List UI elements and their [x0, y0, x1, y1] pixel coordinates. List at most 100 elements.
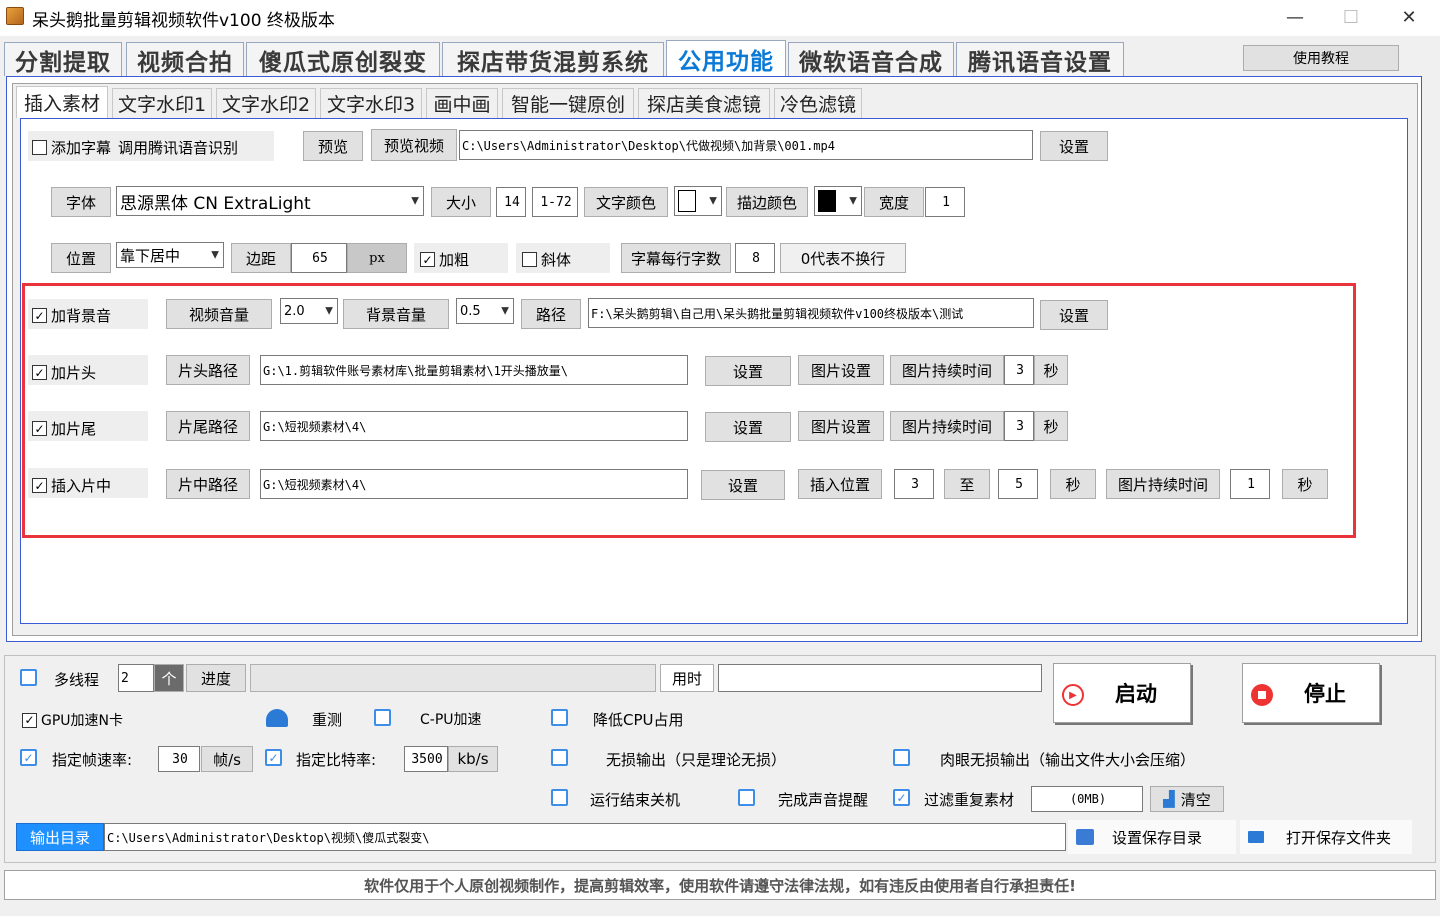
tail-settings-button[interactable]: 设置: [705, 412, 791, 442]
tab-video-duet[interactable]: 视频合拍: [126, 42, 244, 76]
tab-split-extract[interactable]: 分割提取: [4, 42, 122, 76]
subtab-pip[interactable]: 画中画: [426, 88, 498, 118]
thread-count-input[interactable]: 2: [118, 664, 154, 692]
video-volume-select[interactable]: 2.0 ▼: [280, 298, 338, 324]
insert-path-input[interactable]: G:\短视频素材\4\: [260, 469, 688, 499]
bgm-path-button[interactable]: 路径: [521, 299, 581, 329]
head-image-settings-button[interactable]: 图片设置: [798, 355, 884, 385]
clear-button[interactable]: ▟ 清空: [1150, 786, 1224, 812]
bitrate-input[interactable]: 3500: [404, 746, 448, 772]
insert-checkbox[interactable]: ✓ 插入片中: [32, 475, 111, 496]
subtab-food-filter[interactable]: 探店美食滤镜: [638, 88, 770, 118]
tail-image-duration-button[interactable]: 图片持续时间: [890, 411, 1004, 441]
preview-button[interactable]: 预览: [303, 131, 363, 161]
tail-path-button[interactable]: 片尾路径: [166, 411, 250, 441]
insert-settings-button[interactable]: 设置: [701, 470, 785, 500]
output-dir-button[interactable]: 输出目录: [16, 823, 104, 851]
position-button[interactable]: 位置: [51, 243, 111, 273]
font-select[interactable]: 思源黑体 CN ExtraLight ▼: [116, 186, 424, 216]
preview-video-button[interactable]: 预览视频: [371, 129, 457, 161]
head-image-duration-button[interactable]: 图片持续时间: [890, 355, 1004, 385]
width-input[interactable]: 1: [925, 187, 965, 217]
text-color-select[interactable]: ▼: [674, 186, 722, 216]
tail-checkbox[interactable]: ✓ 加片尾: [32, 418, 96, 439]
bgm-settings-button[interactable]: 设置: [1040, 300, 1108, 330]
open-save-dir-button[interactable]: 打开保存文件夹: [1240, 820, 1412, 854]
tab-tencent-voice[interactable]: 腾讯语音设置: [956, 42, 1124, 76]
insert-duration-input[interactable]: 1: [1230, 469, 1270, 499]
bgm-checkbox[interactable]: ✓ 加背景音: [32, 305, 111, 326]
sound-checkbox[interactable]: [738, 789, 759, 806]
tail-path-input[interactable]: G:\短视频素材\4\: [260, 411, 688, 441]
add-subtitle-checkbox[interactable]: 添加字幕: [32, 137, 111, 158]
set-save-dir-button[interactable]: 设置保存目录: [1068, 820, 1236, 854]
start-button[interactable]: ▶ 启动: [1053, 663, 1191, 723]
subtab-cold-filter[interactable]: 冷色滤镜: [774, 88, 862, 118]
set-save-dir-label: 设置保存目录: [1112, 828, 1203, 847]
width-button[interactable]: 宽度: [864, 187, 924, 217]
checkbox-icon: [20, 669, 37, 686]
head-path-input[interactable]: G:\1.剪辑软件账号素材库\批量剪辑素材\1开头播放量\: [260, 355, 688, 385]
tail-image-settings-button[interactable]: 图片设置: [798, 411, 884, 441]
minimize-button[interactable]: —: [1266, 0, 1324, 34]
head-path-button[interactable]: 片头路径: [166, 355, 250, 385]
text-color-button[interactable]: 文字颜色: [584, 187, 668, 217]
margin-input[interactable]: 65: [291, 243, 347, 273]
tab-common-functions[interactable]: 公用功能: [666, 40, 786, 76]
subtab-watermark3[interactable]: 文字水印3: [320, 88, 422, 118]
stop-button[interactable]: 停止: [1242, 663, 1380, 723]
insert-image-duration-button[interactable]: 图片持续时间: [1106, 469, 1220, 499]
subtab-watermark2[interactable]: 文字水印2: [216, 88, 316, 118]
visual-lossless-checkbox[interactable]: [893, 749, 914, 766]
multithread-checkbox[interactable]: [20, 669, 41, 686]
insert-path-button[interactable]: 片中路径: [166, 469, 250, 499]
size-input[interactable]: 14: [496, 187, 526, 217]
chars-per-line-button[interactable]: 字幕每行字数: [621, 243, 731, 273]
lower-cpu-checkbox[interactable]: [551, 709, 572, 726]
stroke-color-select[interactable]: ▼: [814, 186, 862, 216]
bold-checkbox[interactable]: ✓ 加粗: [420, 249, 469, 270]
gpu-checkbox[interactable]: ✓ GPU加速N卡: [22, 710, 123, 730]
head-checkbox[interactable]: ✓ 加片头: [32, 362, 96, 383]
insert-from-input[interactable]: 3: [894, 469, 934, 499]
stroke-color-button[interactable]: 描边颜色: [726, 187, 808, 217]
italic-checkbox[interactable]: 斜体: [522, 249, 571, 270]
head-settings-button[interactable]: 设置: [705, 356, 791, 386]
fps-checkbox[interactable]: ✓: [20, 749, 41, 766]
bitrate-checkbox[interactable]: ✓: [265, 749, 286, 766]
bgm-path-input[interactable]: F:\呆头鹅剪辑\自己用\呆头鹅批量剪辑视频软件v100终极版本\测试: [588, 298, 1034, 328]
position-select[interactable]: 靠下居中 ▼: [116, 242, 224, 268]
size-range-input[interactable]: 1-72: [532, 187, 578, 217]
subtab-insert-material[interactable]: 插入素材: [16, 86, 108, 118]
tab-store-mix[interactable]: 探店带货混剪系统: [442, 42, 664, 76]
cpu-accel-checkbox[interactable]: [374, 709, 395, 726]
font-button[interactable]: 字体: [51, 187, 111, 217]
insert-position-button[interactable]: 插入位置: [798, 469, 882, 499]
size-button[interactable]: 大小: [431, 187, 491, 217]
tail-duration-input[interactable]: 3: [1004, 411, 1034, 441]
subtab-watermark1[interactable]: 文字水印1: [112, 88, 212, 118]
bg-volume-button[interactable]: 背景音量: [343, 299, 449, 329]
tab-original-fission[interactable]: 傻瓜式原创裂变: [246, 42, 440, 76]
filter-dup-checkbox[interactable]: ✓: [893, 789, 914, 806]
insert-to-input[interactable]: 5: [998, 469, 1038, 499]
subtitle-settings-button[interactable]: 设置: [1040, 131, 1108, 161]
tutorial-button[interactable]: 使用教程: [1243, 45, 1399, 71]
bg-volume-select[interactable]: 0.5 ▼: [456, 298, 514, 324]
chars-per-line-input[interactable]: 8: [735, 243, 775, 273]
maximize-button[interactable]: ☐: [1322, 0, 1380, 34]
margin-button[interactable]: 边距: [231, 243, 291, 273]
close-button[interactable]: ✕: [1380, 0, 1438, 34]
chevron-down-icon: ▼: [411, 195, 419, 207]
text-color-swatch: [678, 190, 696, 212]
fps-input[interactable]: 30: [158, 746, 200, 772]
lossless-checkbox[interactable]: [551, 749, 572, 766]
shutdown-checkbox[interactable]: [551, 789, 572, 806]
retest-label[interactable]: 重测: [312, 709, 342, 730]
tab-ms-tts[interactable]: 微软语音合成: [788, 42, 954, 76]
subtab-one-click[interactable]: 智能一键原创: [502, 88, 634, 118]
head-duration-input[interactable]: 3: [1004, 355, 1034, 385]
subtitle-path-input[interactable]: C:\Users\Administrator\Desktop\代做视频\加背景\…: [459, 130, 1033, 160]
video-volume-button[interactable]: 视频音量: [166, 299, 272, 329]
output-path-input[interactable]: C:\Users\Administrator\Desktop\视频\傻瓜式裂变\: [104, 823, 1066, 851]
